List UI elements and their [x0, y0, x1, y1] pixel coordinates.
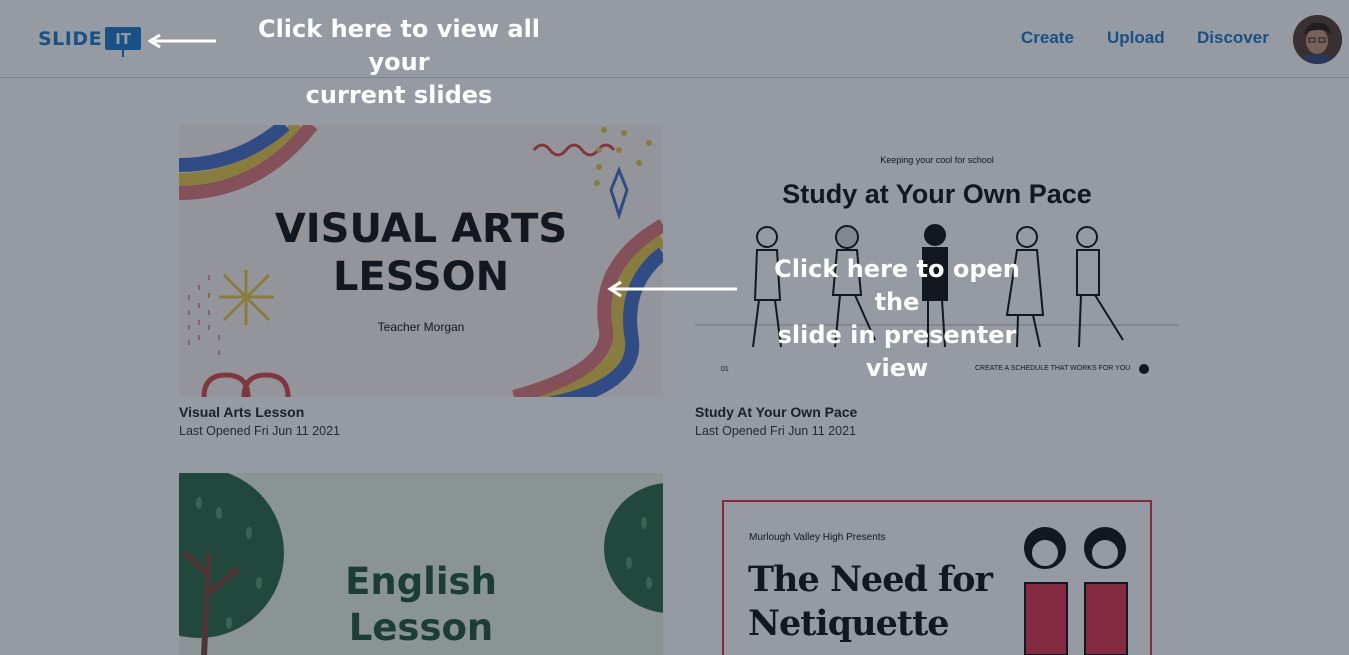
nav-create-link[interactable]: Create	[1021, 28, 1074, 48]
thumb-subtitle: Teacher Morgan	[377, 320, 465, 334]
logo-wordmark: SLIDE	[38, 27, 103, 50]
logo-board-icon: IT	[105, 27, 142, 57]
slide-thumbnail-netiquette[interactable]: Murlough Valley High Presents The Need f…	[695, 473, 1179, 655]
slide-thumbnail-english[interactable]: English Lesson	[179, 473, 663, 655]
slide-last-opened: Last Opened Fri Jun 11 2021	[695, 424, 856, 438]
user-avatar[interactable]	[1293, 15, 1342, 64]
slide-title[interactable]: Visual Arts Lesson	[179, 404, 304, 420]
arrow-left-icon	[148, 34, 216, 48]
slide-title[interactable]: Study At Your Own Pace	[695, 404, 857, 420]
slide-thumbnail-visual-arts[interactable]: VISUAL ARTS LESSON Teacher Morgan	[179, 125, 663, 397]
arrow-left-icon	[607, 280, 737, 298]
arrow-circle-icon	[1139, 364, 1149, 374]
slideit-logo[interactable]: SLIDE IT	[38, 27, 142, 57]
thumb-title: VISUAL ARTS LESSON	[274, 206, 568, 300]
thumb-slide-number: 01	[721, 366, 729, 373]
nav-upload-link[interactable]: Upload	[1107, 28, 1165, 48]
girls-illustration	[1024, 527, 1128, 655]
thumb-title: English Lesson	[345, 560, 497, 649]
slide-last-opened: Last Opened Fri Jun 11 2021	[179, 424, 340, 438]
user-avatar-icon	[1293, 15, 1342, 64]
hint-slides-list: Click here to view all your current slid…	[257, 15, 541, 109]
nav-discover-link[interactable]: Discover	[1197, 28, 1269, 48]
hint-presenter-view: Click here to open the slide in presente…	[774, 255, 1020, 382]
